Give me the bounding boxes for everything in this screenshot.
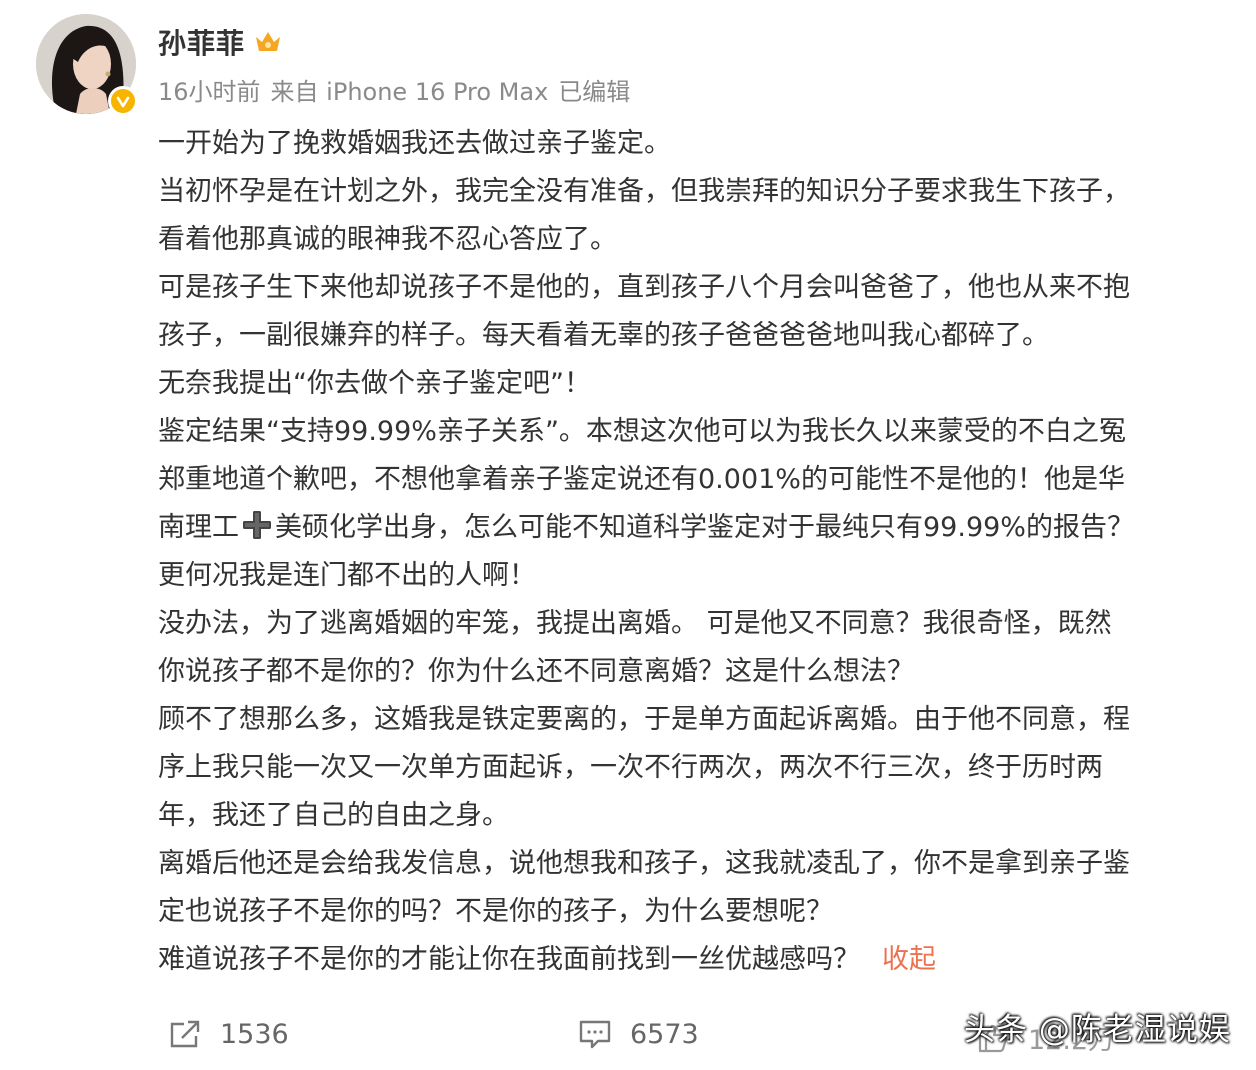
comment-button[interactable]: 6573 (578, 1018, 699, 1050)
watermark: 头条 @陈老湿说娱 (964, 1012, 1231, 1048)
content-line: 当初怀孕是在计划之外，我完全没有准备，但我崇拜的知识分子要求我生下孩子， (158, 176, 1130, 207)
vip-crown-icon[interactable] (253, 29, 283, 55)
content-line: 看着他那真诚的眼神我不忍心答应了。 (158, 224, 617, 255)
repost-button[interactable]: 1536 (168, 1018, 289, 1050)
content-line: 没办法，为了逃离婚姻的牢笼，我提出离婚。 可是他又不同意？我很奇怪，既然 (158, 608, 1112, 639)
comment-icon (579, 1020, 611, 1049)
content-line: 可是孩子生下来他却说孩子不是他的，直到孩子八个月会叫爸爸了，他也从来不抱 (158, 272, 1130, 303)
content-line: 更何况我是连门都不出的人啊！ (158, 560, 536, 591)
content-line: 序上我只能一次又一次单方面起诉，一次不行两次，两次不行三次，终于历时两 (158, 752, 1103, 783)
comment-count: 6573 (630, 1018, 699, 1050)
line-segment: 难道说孩子不是你的才能让你在我面前找到一丝优越感吗？ (158, 944, 860, 975)
username[interactable]: 孙菲菲 (158, 22, 245, 62)
post-source: 来自 iPhone 16 Pro Max (270, 78, 549, 106)
username-row: 孙菲菲 (158, 22, 283, 62)
content-line: 难道说孩子不是你的才能让你在我面前找到一丝优越感吗？ 收起 (158, 936, 1248, 984)
content-line: 孩子，一副很嫌弃的样子。每天看着无辜的孩子爸爸爸爸地叫我心都碎了。 (158, 320, 1049, 351)
verified-badge-icon (108, 86, 138, 116)
content-line: 离婚后他还是会给我发信息，说他想我和孩子，这我就凌乱了，你不是拿到亲子鉴 (158, 848, 1130, 879)
post-meta: 16小时前 来自 iPhone 16 Pro Max 已编辑 (158, 72, 640, 107)
post-time[interactable]: 16小时前 (158, 78, 261, 106)
content-line: 顾不了想那么多，这婚我是铁定要离的，于是单方面起诉离婚。由于他不同意，程 (158, 704, 1130, 735)
post-content: 一开始为了挽救婚姻我还去做过亲子鉴定。 当初怀孕是在计划之外，我完全没有准备，但… (158, 120, 1248, 984)
content-line: 年，我还了自己的自由之身。 (158, 800, 509, 831)
content-line: 定也说孩子不是你的吗？不是你的孩子，为什么要想呢？ (158, 896, 833, 927)
heavy-plus-emoji-icon (241, 509, 273, 541)
content-line: 郑重地道个歉吧，不想他拿着亲子鉴定说还有0.001%的可能性不是他的！他是华 (158, 464, 1125, 495)
content-line: 南理工 美硕化学出身，怎么可能不知道科学鉴定对于最纯只有99.99%的报告？ (158, 504, 1248, 552)
repost-count: 1536 (220, 1018, 289, 1050)
line-segment: 美硕化学出身，怎么可能不知道科学鉴定对于最纯只有99.99%的报告？ (275, 512, 1134, 543)
content-line: 鉴定结果“支持99.99%亲子关系”。本想这次他可以为我长久以来蒙受的不白之冤 (158, 416, 1126, 447)
collapse-link[interactable]: 收起 (882, 944, 936, 975)
content-line: 一开始为了挽救婚姻我还去做过亲子鉴定。 (158, 128, 671, 159)
line-segment: 南理工 (158, 512, 239, 543)
repost-icon (170, 1020, 200, 1048)
content-line: 无奈我提出“你去做个亲子鉴定吧”！ (158, 368, 591, 399)
edited-label[interactable]: 已编辑 (558, 78, 630, 106)
content-line: 你说孩子都不是你的？你为什么还不同意离婚？这是什么想法？ (158, 656, 914, 687)
